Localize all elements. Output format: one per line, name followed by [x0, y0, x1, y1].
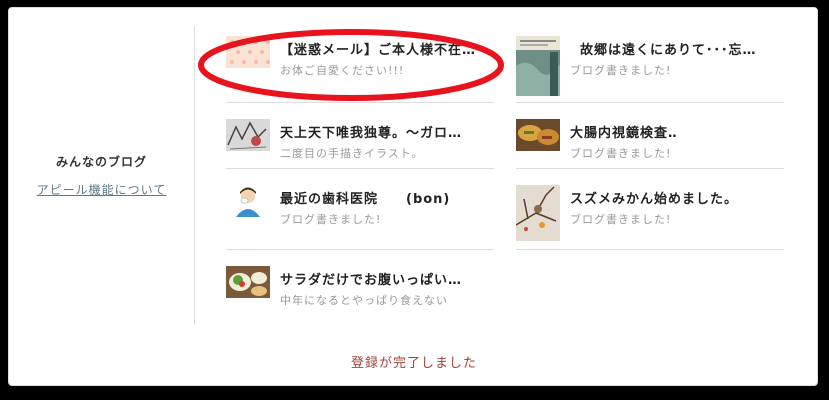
- post-title[interactable]: スズメみかん始めました。: [570, 188, 784, 207]
- blog-post-item[interactable]: 【迷惑メール】ご本人様不在… お体ご自愛ください!!!: [226, 36, 494, 102]
- post-title[interactable]: 最近の歯科医院 (bon): [280, 188, 494, 207]
- row-divider: [226, 249, 494, 250]
- post-title[interactable]: 大腸内視鏡検査‥: [570, 122, 784, 141]
- blog-post-item[interactable]: 最近の歯科医院 (bon) ブログ書きました!: [226, 185, 494, 251]
- post-subtitle: 二度目の手描きイラスト。: [280, 147, 424, 160]
- blog-panel: みんなのブログ アピール機能について 【迷惑メール】ご本人様不在… お体ご自愛く…: [8, 7, 818, 386]
- post-title[interactable]: 【迷惑メール】ご本人様不在…: [280, 39, 494, 58]
- row-divider: [516, 168, 784, 169]
- blog-post-item[interactable]: スズメみかん始めました。 ブログ書きました!: [516, 185, 784, 251]
- row-divider: [516, 102, 784, 103]
- row-divider: [516, 249, 784, 250]
- post-title[interactable]: 天上天下唯我独尊。〜ガロ…: [280, 122, 494, 141]
- book-cover-thumbnail: [516, 36, 560, 96]
- blog-post-item[interactable]: サラダだけでお腹いっぱい… 中年になるとやっぱり食えない: [226, 266, 494, 332]
- sidebar-title: みんなのブログ: [55, 155, 147, 169]
- sidebar: みんなのブログ アピール機能について: [9, 8, 194, 328]
- post-subtitle: ブログ書きました!: [570, 64, 672, 77]
- post-subtitle: お体ご自愛ください!!!: [280, 64, 405, 77]
- row-divider: [226, 102, 494, 103]
- appeal-feature-link[interactable]: アピール機能について: [9, 181, 194, 198]
- dentist-person-icon: [226, 185, 270, 217]
- row-divider: [226, 168, 494, 169]
- sketch-thumbnail: [226, 119, 270, 151]
- post-title[interactable]: 故郷は遠くにありて･･･忘…: [580, 39, 794, 58]
- post-subtitle: 中年になるとやっぱり食えない: [280, 294, 448, 307]
- registration-complete-message: 登録が完了しました: [350, 356, 477, 371]
- blog-post-item[interactable]: 大腸内視鏡検査‥ ブログ書きました!: [516, 119, 784, 185]
- vertical-divider: [194, 26, 195, 324]
- post-title[interactable]: サラダだけでお腹いっぱい…: [280, 269, 494, 288]
- sparrow-branch-thumbnail: [516, 185, 560, 241]
- blog-post-item[interactable]: 故郷は遠くにありて･･･忘… ブログ書きました!: [516, 36, 784, 102]
- salad-meal-thumbnail: [226, 266, 270, 298]
- post-subtitle: ブログ書きました!: [280, 213, 382, 226]
- post-subtitle: ブログ書きました!: [570, 213, 672, 226]
- post-subtitle: ブログ書きました!: [570, 147, 672, 160]
- blog-post-item[interactable]: 天上天下唯我独尊。〜ガロ… 二度目の手描きイラスト。: [226, 119, 494, 185]
- pink-dot-pattern-thumbnail: [226, 36, 270, 68]
- food-thumbnail: [516, 119, 560, 151]
